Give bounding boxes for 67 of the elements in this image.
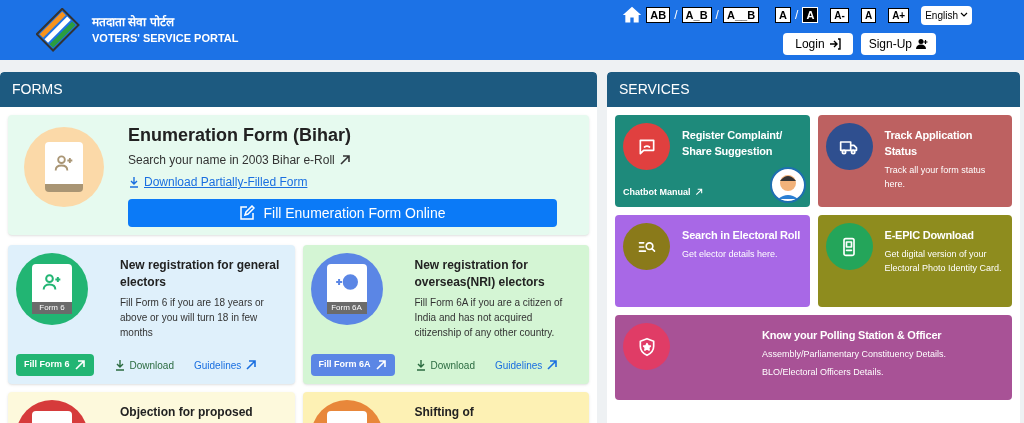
form-title: New registration for general electors xyxy=(120,257,281,291)
search-link[interactable]: Search your name in 2003 Bihar e-Roll xyxy=(128,151,573,169)
arrow-icon xyxy=(694,188,703,197)
arrow-icon xyxy=(73,359,86,371)
service-title: E-EPIC Download xyxy=(884,228,975,243)
service-card[interactable]: E-EPIC Download Get digital version of your Electoral Photo Identity Card. xyxy=(817,215,1012,307)
arrow-icon xyxy=(546,359,559,371)
chevron-down-icon xyxy=(960,11,968,19)
login-icon xyxy=(828,38,841,50)
download-icon xyxy=(113,359,126,371)
section-header: SERVICES xyxy=(607,72,1020,107)
logo-icon xyxy=(36,8,80,52)
spacing-option[interactable]: A__B xyxy=(722,7,760,23)
arrow-icon xyxy=(338,154,351,166)
service-description: Track all your form status here. xyxy=(884,164,987,191)
form-icon: Form 6A xyxy=(310,253,383,325)
chatbot-link[interactable]: Chatbot Manual xyxy=(623,185,703,199)
separator: / xyxy=(715,7,719,24)
form-title: Enumeration Form (Bihar) xyxy=(128,124,352,147)
form-title: Shifting of xyxy=(414,404,474,421)
form-title: New registration for overseas(NRI) electors xyxy=(414,257,546,291)
section-header: FORMS xyxy=(0,72,597,107)
spacing-option[interactable]: AB xyxy=(646,7,671,23)
service-card[interactable]: Track Application Status Track all your form status here. xyxy=(817,115,1012,207)
form-description: Fill Form 6A if you are a citizen of India and has not acquired citizenship of any other country. xyxy=(414,296,564,340)
contrast-option[interactable]: A xyxy=(775,7,792,23)
language-select[interactable]: English xyxy=(921,5,972,25)
separator: / xyxy=(795,7,799,24)
service-title: Know your Polling Station & Officer xyxy=(762,328,943,343)
spacing-option[interactable]: A_B xyxy=(681,7,712,23)
portal-title: VOTERS' SERVICE PORTAL xyxy=(92,31,239,46)
guidelines-link[interactable]: Guidelines xyxy=(194,357,258,373)
login-button[interactable]: Login xyxy=(783,33,853,55)
download-icon xyxy=(128,176,140,188)
service-title: Register Complaint/ Share Suggestion xyxy=(682,128,784,159)
signup-button[interactable]: Sign-Up xyxy=(860,33,936,55)
fill-form-button[interactable]: Fill Form 6A xyxy=(310,354,395,376)
mascot-icon xyxy=(769,167,806,203)
download-link[interactable]: Download xyxy=(113,357,174,373)
service-description: BLO/Electoral Officers Details. xyxy=(762,366,885,379)
service-card[interactable]: Search in Electoral Roll Get elector details here. xyxy=(615,215,810,307)
service-card[interactable]: Register Complaint/ Share Suggestion Chatbot Manual xyxy=(615,115,810,207)
arrow-icon xyxy=(245,359,258,371)
form-icon: Form 6 xyxy=(16,253,88,325)
service-description: Assembly/Parliamentary Constituency Details. xyxy=(762,348,947,361)
separator: / xyxy=(674,7,678,24)
service-title: Search in Electoral Roll xyxy=(682,228,801,243)
form-title: Objection for proposed xyxy=(120,404,253,421)
guidelines-link[interactable]: Guidelines xyxy=(495,357,559,373)
download-link[interactable]: Download Partially-Filled Form xyxy=(128,173,573,191)
fill-form-button[interactable]: Fill Enumeration Form Online xyxy=(128,199,557,227)
home-icon[interactable] xyxy=(622,5,643,25)
font-size-option[interactable]: A+ xyxy=(888,7,910,23)
download-link[interactable]: Download xyxy=(414,357,475,373)
service-description: Get digital version of your Electoral Photo Identity Card. xyxy=(884,248,1003,275)
service-card[interactable]: Know your Polling Station & Officer Assembly/Parliamentary Constituency Details. BLO/Electoral Officers Details. xyxy=(615,315,1012,400)
service-description: Get elector details here. xyxy=(682,248,779,261)
font-size-option[interactable]: A xyxy=(860,7,877,23)
arrow-icon xyxy=(374,359,387,371)
add-user-icon xyxy=(916,38,928,50)
portal-title-hindi: मतदाता सेवा पोर्टल xyxy=(92,14,176,30)
font-size-option[interactable]: A- xyxy=(830,7,849,23)
service-title: Track Application Status xyxy=(884,128,974,159)
form-description: Fill Form 6 if you are 18 years or above or you will turn 18 in few months xyxy=(120,296,265,340)
download-icon xyxy=(414,359,427,371)
contrast-option[interactable]: A xyxy=(802,7,819,23)
edit-icon xyxy=(239,205,256,221)
